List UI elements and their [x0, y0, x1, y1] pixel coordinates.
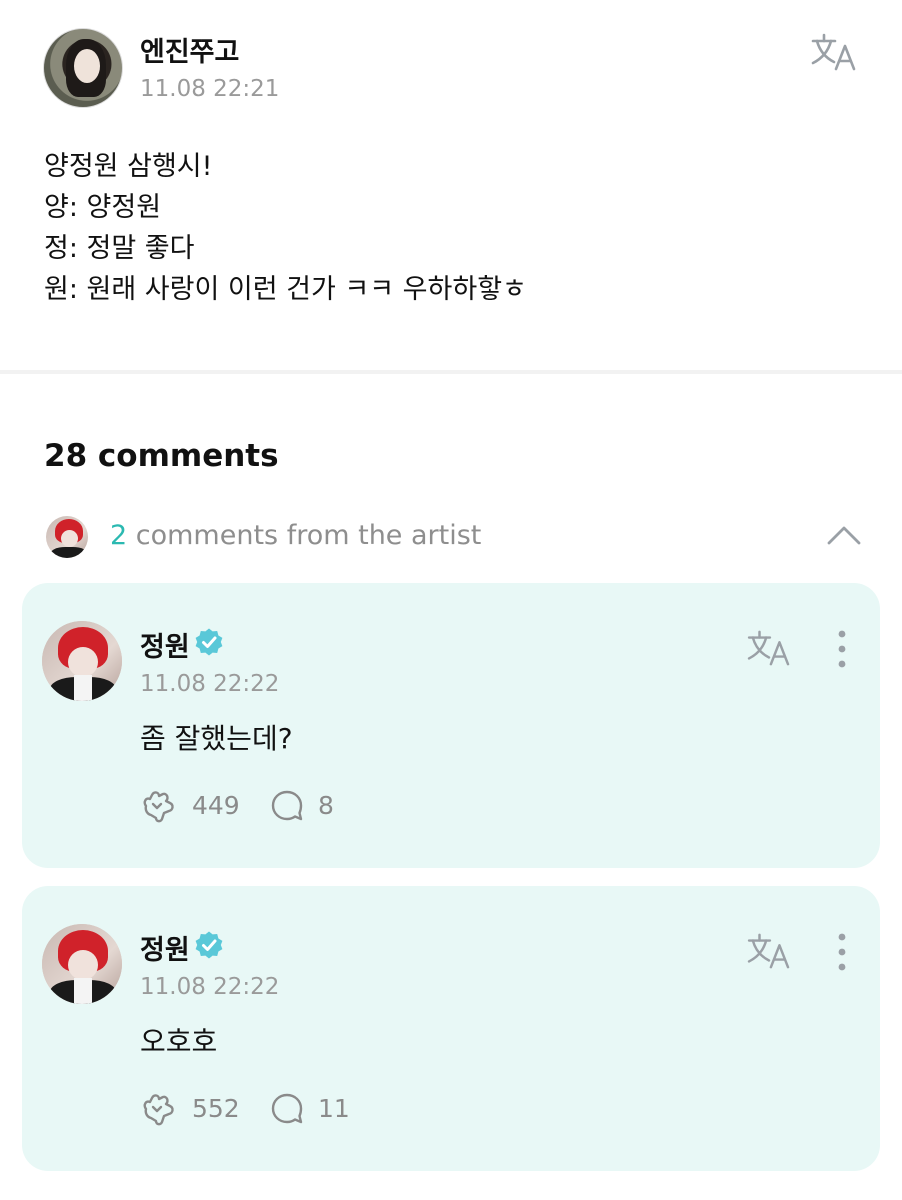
reply-bubble-icon[interactable] — [270, 789, 304, 823]
artist-avatar[interactable] — [42, 621, 122, 701]
reply-count: 8 — [318, 791, 334, 820]
post-line: 양정원 삼행시! — [44, 151, 213, 182]
verified-badge-icon — [195, 931, 223, 959]
post-timestamp: 11.08 22:21 — [140, 76, 280, 102]
chevron-up-icon[interactable] — [826, 522, 862, 548]
cheer-icon[interactable] — [140, 1092, 178, 1126]
translate-icon[interactable] — [746, 932, 792, 970]
post-body: 양정원 삼행시! 양: 양정원 정: 정말 좋다 원: 원래 사랑이 이런 건가… — [44, 146, 527, 310]
comment-timestamp: 11.08 22:22 — [140, 671, 280, 697]
reply-bubble-icon[interactable] — [270, 1092, 304, 1126]
artist-comment-card: 정원 11.08 22:22 좀 잘했는데? 449 8 — [22, 583, 880, 868]
artist-avatar[interactable] — [42, 924, 122, 1004]
comment-text: 오호호 — [140, 1025, 218, 1058]
translate-icon[interactable] — [810, 32, 858, 72]
more-options-icon[interactable] — [830, 629, 854, 669]
divider — [0, 370, 902, 374]
artist-avatar — [44, 514, 90, 560]
commenter-name[interactable]: 정원 — [140, 625, 190, 664]
post: 엔진쭈고 11.08 22:21 양정원 삼행시! 양: 양정원 정: 정말 좋… — [0, 0, 902, 372]
reply-count: 11 — [318, 1094, 350, 1123]
comments-count: 28 comments — [44, 438, 279, 474]
artist-comments-number: 2 — [110, 520, 128, 551]
verified-badge-icon — [195, 628, 223, 656]
artist-comments-label: 2 comments from the artist — [110, 520, 481, 551]
artist-comments-text: comments from the artist — [127, 520, 482, 551]
artist-comments-toggle[interactable]: 2 comments from the artist — [0, 508, 902, 564]
comment-text: 좀 잘했는데? — [140, 722, 293, 755]
author-name[interactable]: 엔진쭈고 — [140, 30, 239, 69]
cheer-count: 552 — [192, 1094, 240, 1123]
cheer-count: 449 — [192, 791, 240, 820]
translate-icon[interactable] — [746, 629, 792, 667]
post-line: 정: 정말 좋다 — [44, 233, 195, 264]
cheer-icon[interactable] — [140, 789, 178, 823]
more-options-icon[interactable] — [830, 932, 854, 972]
author-avatar[interactable] — [43, 28, 123, 108]
comment-timestamp: 11.08 22:22 — [140, 974, 280, 1000]
post-line: 원: 원래 사랑이 이런 건가 ㅋㅋ 우하하핳ㅎ — [44, 274, 527, 305]
post-line: 양: 양정원 — [44, 192, 162, 223]
artist-comment-card: 정원 11.08 22:22 오호호 552 11 — [22, 886, 880, 1171]
commenter-name[interactable]: 정원 — [140, 928, 190, 967]
